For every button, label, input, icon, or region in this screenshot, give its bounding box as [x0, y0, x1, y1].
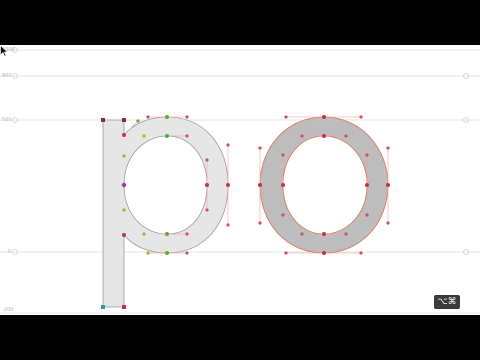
glyph-editor-canvas[interactable]: 1000 800 500 0 -200 ⌥⌘ — [0, 45, 480, 315]
off-curve-point[interactable] — [284, 251, 288, 255]
off-curve-point[interactable] — [122, 208, 126, 212]
on-curve-point[interactable] — [322, 134, 326, 138]
off-curve-point[interactable] — [146, 251, 150, 255]
off-curve-point[interactable] — [386, 221, 390, 225]
off-curve-point[interactable] — [344, 134, 348, 138]
off-curve-point[interactable] — [300, 232, 304, 236]
on-curve-point[interactable] — [226, 183, 230, 187]
off-curve-point[interactable] — [365, 153, 369, 157]
on-curve-point[interactable] — [365, 183, 369, 187]
off-curve-point[interactable] — [122, 154, 126, 158]
off-curve-point[interactable] — [258, 221, 262, 225]
on-curve-point[interactable] — [258, 183, 262, 187]
off-curve-point[interactable] — [136, 119, 140, 123]
off-curve-point[interactable] — [185, 115, 189, 119]
off-curve-point[interactable] — [142, 232, 146, 236]
corner-point[interactable] — [101, 118, 105, 122]
on-curve-point[interactable] — [165, 232, 169, 236]
on-curve-point[interactable] — [281, 183, 285, 187]
on-curve-point[interactable] — [322, 115, 326, 119]
on-curve-point[interactable] — [322, 232, 326, 236]
off-curve-point[interactable] — [226, 223, 230, 227]
off-curve-point[interactable] — [284, 115, 288, 119]
off-curve-point[interactable] — [258, 146, 262, 150]
off-curve-point[interactable] — [365, 213, 369, 217]
off-curve-point[interactable] — [146, 115, 150, 119]
glyph-p-outline[interactable] — [102, 116, 229, 308]
metric-label-800: 800 — [2, 73, 12, 79]
metric-label-500: 500 — [2, 117, 12, 123]
on-curve-point[interactable] — [322, 251, 326, 255]
off-curve-point[interactable] — [359, 115, 363, 119]
off-curve-point[interactable] — [344, 232, 348, 236]
on-curve-point[interactable] — [122, 233, 126, 237]
start-point[interactable] — [101, 305, 105, 309]
metric-label-descender: -200 — [2, 307, 14, 313]
off-curve-point[interactable] — [142, 134, 146, 138]
keyboard-shortcut-badge: ⌥⌘ — [434, 295, 460, 309]
off-curve-point[interactable] — [359, 251, 363, 255]
on-curve-point[interactable] — [165, 134, 169, 138]
on-curve-point[interactable] — [386, 183, 390, 187]
off-curve-point[interactable] — [300, 134, 304, 138]
corner-point[interactable] — [122, 118, 126, 122]
off-curve-point[interactable] — [281, 213, 285, 217]
on-curve-point[interactable] — [122, 133, 126, 137]
on-curve-point[interactable] — [121, 182, 127, 188]
on-curve-point[interactable] — [165, 115, 169, 119]
off-curve-point[interactable] — [205, 208, 209, 212]
metric-label-baseline: 0 — [8, 249, 12, 255]
corner-point[interactable] — [122, 305, 126, 309]
off-curve-point[interactable] — [185, 134, 189, 138]
off-curve-point[interactable] — [386, 146, 390, 150]
off-curve-point[interactable] — [281, 153, 285, 157]
pointer-arrow-icon — [0, 45, 8, 57]
off-curve-point[interactable] — [185, 232, 189, 236]
off-curve-point[interactable] — [205, 158, 209, 162]
on-curve-point[interactable] — [165, 251, 169, 255]
off-curve-point[interactable] — [226, 143, 230, 147]
glyph-canvas-svg[interactable] — [0, 45, 480, 315]
off-curve-point[interactable] — [185, 251, 189, 255]
on-curve-point[interactable] — [205, 183, 209, 187]
